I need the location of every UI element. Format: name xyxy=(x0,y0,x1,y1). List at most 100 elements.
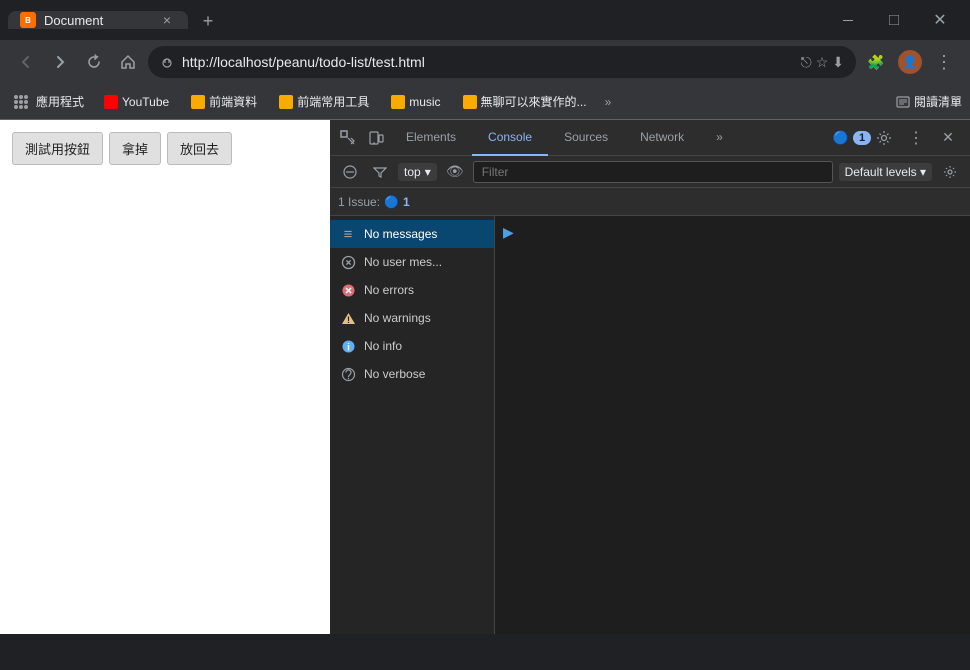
eye-button[interactable]: 👁 xyxy=(443,160,467,184)
context-arrow-icon: ▾ xyxy=(425,165,431,179)
tab-title: Document xyxy=(44,13,103,28)
verbose-icon xyxy=(340,366,356,382)
tab-network[interactable]: Network xyxy=(624,120,700,156)
reader-mode[interactable]: 閱讀清單 xyxy=(896,93,962,110)
lock-icon xyxy=(160,55,174,69)
issues-count: 1 xyxy=(403,195,410,209)
bookmark-youtube[interactable]: YouTube xyxy=(96,93,177,111)
tab-favicon: B xyxy=(20,12,36,28)
bookmark-music-label: music xyxy=(409,95,440,109)
active-tab[interactable]: B Document × xyxy=(8,11,188,29)
console-main-area: ▶ xyxy=(495,216,970,634)
bookmark-fun-label: 無聊可以來實作的... xyxy=(481,93,587,110)
bookmark-music[interactable]: music xyxy=(383,93,448,111)
bookmark-frontend-tools[interactable]: 前端常用工具 xyxy=(271,91,377,112)
console-content: ≡ No messages No user mes... No errors xyxy=(330,216,970,634)
bookmark-frontend-data-label: 前端資料 xyxy=(209,93,257,110)
console-filter-toggle[interactable] xyxy=(368,160,392,184)
apps-button[interactable]: 應用程式 xyxy=(8,91,90,112)
settings-button[interactable] xyxy=(870,124,898,152)
page-buttons: 測試用按鈕 拿掉 放回去 xyxy=(12,132,318,165)
filter-all-messages[interactable]: ≡ No messages xyxy=(330,220,494,248)
issues-icon: 🔵 xyxy=(384,195,399,209)
inspect-element-button[interactable] xyxy=(334,124,362,152)
svg-text:B: B xyxy=(25,16,31,25)
devtools-more-button[interactable]: ⋮ xyxy=(902,124,930,152)
console-toolbar: top ▾ 👁 Default levels ▾ xyxy=(330,156,970,188)
nav-bar: http://localhost/peanu/todo-list/test.ht… xyxy=(0,40,970,84)
levels-arrow-icon: ▾ xyxy=(920,165,926,179)
devtools-right-icons: 🔵 1 ⋮ ✕ xyxy=(838,124,970,152)
share-icon[interactable]: ⎋ xyxy=(801,54,812,71)
filter-user-messages[interactable]: No user mes... xyxy=(330,248,494,276)
clear-console-button[interactable] xyxy=(338,160,362,184)
expand-arrow[interactable]: ▶ xyxy=(503,224,514,241)
filter-info[interactable]: i No info xyxy=(330,332,494,360)
filter-errors[interactable]: No errors xyxy=(330,276,494,304)
bookmark-icon[interactable]: ☆ xyxy=(816,54,829,71)
more-button[interactable]: ⋮ xyxy=(930,48,958,76)
close-window-button[interactable]: ✕ xyxy=(918,4,962,36)
address-icons: ⎋ ☆ ⬇ xyxy=(801,54,844,71)
reload-button[interactable] xyxy=(80,48,108,76)
devtools-panel: Elements Console Sources Network » 🔵 1 xyxy=(330,120,970,634)
tab-sources-label: Sources xyxy=(564,130,608,144)
filter-warnings[interactable]: ! No warnings xyxy=(330,304,494,332)
minimize-button[interactable] xyxy=(826,4,870,36)
extensions-button[interactable]: 🧩 xyxy=(862,48,890,76)
tab-sources[interactable]: Sources xyxy=(548,120,624,156)
filter-verbose[interactable]: No verbose xyxy=(330,360,494,388)
close-tab-button[interactable]: × xyxy=(158,11,176,29)
bookmark-fun[interactable]: 無聊可以來實作的... xyxy=(455,91,595,112)
bookmarks-more[interactable]: » xyxy=(601,93,616,111)
levels-label: Default levels xyxy=(845,165,917,179)
reader-mode-icon xyxy=(896,95,910,109)
tab-more-label: » xyxy=(716,130,723,144)
user-messages-icon xyxy=(340,254,356,270)
tab-elements-label: Elements xyxy=(406,130,456,144)
verbose-label: No verbose xyxy=(364,367,425,381)
back-button[interactable] xyxy=(12,48,40,76)
tab-console[interactable]: Console xyxy=(472,120,548,156)
svg-text:!: ! xyxy=(347,315,350,325)
close-devtools-button[interactable]: ✕ xyxy=(934,124,962,152)
bookmarks-bar: 應用程式 YouTube 前端資料 前端常用工具 music 無聊可以來實作的.… xyxy=(0,84,970,120)
issues-button[interactable]: 🔵 1 xyxy=(838,124,866,152)
remove-button[interactable]: 拿掉 xyxy=(109,132,161,165)
reader-mode-label: 閱讀清單 xyxy=(914,93,962,110)
apps-label: 應用程式 xyxy=(36,93,84,110)
tab-more[interactable]: » xyxy=(700,120,739,156)
issue-badge: 1 xyxy=(853,131,871,145)
profile-button[interactable]: 👤 xyxy=(896,48,924,76)
main-area: 測試用按鈕 拿掉 放回去 Elements Console Sources xyxy=(0,120,970,634)
console-sidebar: ≡ No messages No user mes... No errors xyxy=(330,216,495,634)
forward-button[interactable] xyxy=(46,48,74,76)
tab-elements[interactable]: Elements xyxy=(390,120,472,156)
bookmark-frontend-tools-label: 前端常用工具 xyxy=(297,93,369,110)
devtools-toolbar: Elements Console Sources Network » 🔵 1 xyxy=(330,120,970,156)
bookmark-youtube-label: YouTube xyxy=(122,95,169,109)
log-levels-selector[interactable]: Default levels ▾ xyxy=(839,163,932,181)
console-settings-button[interactable] xyxy=(938,160,962,184)
device-toggle-button[interactable] xyxy=(362,124,390,152)
home-button[interactable] xyxy=(114,48,142,76)
new-tab-button[interactable]: + xyxy=(192,5,224,37)
address-bar[interactable]: http://localhost/peanu/todo-list/test.ht… xyxy=(148,46,856,78)
download-icon[interactable]: ⬇ xyxy=(832,54,844,71)
filter-input[interactable] xyxy=(473,161,833,183)
all-messages-label: No messages xyxy=(364,227,437,241)
context-value: top xyxy=(404,165,421,179)
errors-label: No errors xyxy=(364,283,414,297)
info-label: No info xyxy=(364,339,402,353)
issues-bar: 1 Issue: 🔵 1 xyxy=(330,188,970,216)
putback-button[interactable]: 放回去 xyxy=(167,132,232,165)
maximize-button[interactable] xyxy=(872,4,916,36)
page-content: 測試用按鈕 拿掉 放回去 xyxy=(0,120,330,634)
all-messages-icon: ≡ xyxy=(340,226,356,242)
window-controls: ✕ xyxy=(826,4,962,36)
tab-bar: B Document × + xyxy=(8,2,818,38)
warnings-icon: ! xyxy=(340,310,356,326)
context-selector[interactable]: top ▾ xyxy=(398,163,437,181)
bookmark-frontend-data[interactable]: 前端資料 xyxy=(183,91,265,112)
test-button[interactable]: 測試用按鈕 xyxy=(12,132,103,165)
